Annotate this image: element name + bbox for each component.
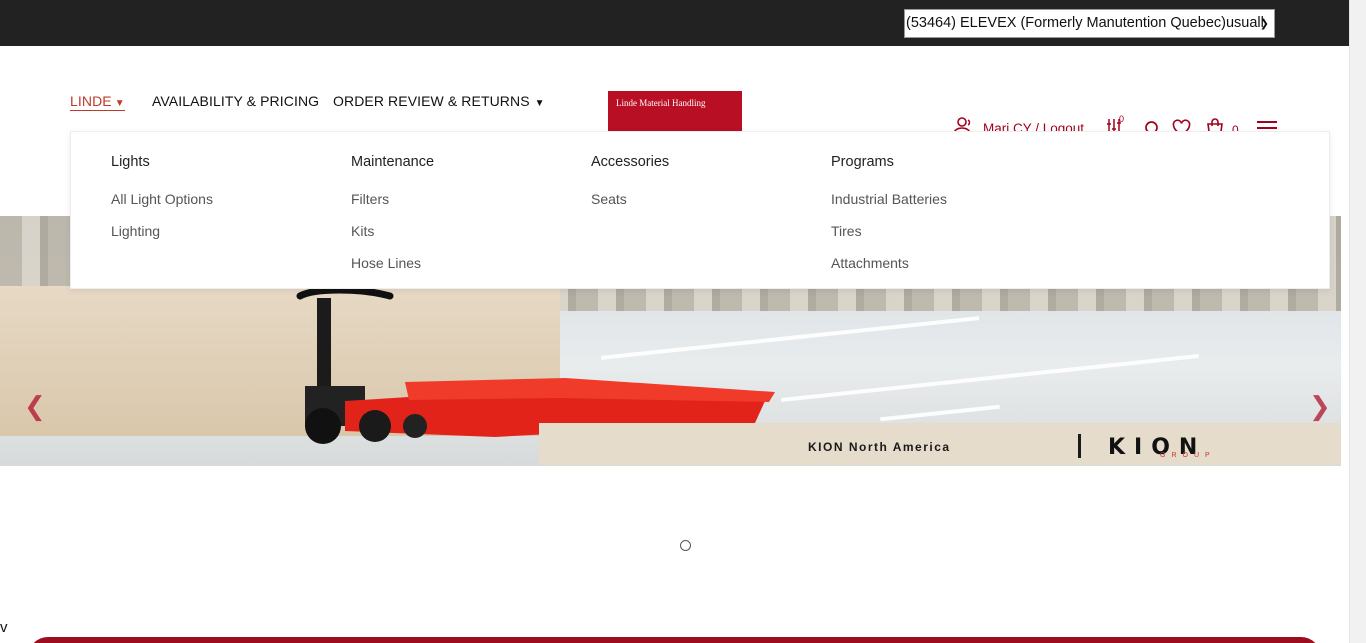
page-scrollbar[interactable] [1349, 0, 1366, 643]
logo-text: Linde Material Handling [616, 98, 706, 108]
carousel-prev-icon[interactable]: ❮ [24, 391, 46, 422]
mega-col-programs: Programs Industrial Batteries Tires Atta… [831, 154, 947, 286]
floor-line [780, 354, 1200, 402]
floor-line [880, 404, 1000, 422]
brand-logo[interactable]: Linde Material Handling [608, 91, 742, 131]
mega-col-maintenance: Maintenance Filters Kits Hose Lines [351, 154, 434, 286]
account-select-value: (53464) ELEVEX (Formerly Manutention Que… [906, 15, 1264, 31]
compare-count-badge: 0 [1119, 114, 1125, 124]
nav-availability-label: AVAILABILITY & PRICING [152, 93, 320, 109]
nav-order-review-returns[interactable]: ORDER REVIEW & RETURNS ▼ [333, 93, 545, 109]
mega-col-heading[interactable]: Programs [831, 154, 947, 170]
nav-availability-pricing[interactable]: AVAILABILITY & PRICING [152, 93, 319, 109]
mega-col-heading[interactable]: Lights [111, 154, 213, 170]
chevron-down-icon: ▼ [114, 98, 125, 109]
stray-text: v [0, 619, 8, 636]
mega-link[interactable]: Seats [591, 190, 669, 209]
mega-link[interactable]: Lighting [111, 222, 213, 241]
chevron-down-icon: ❯ [1259, 18, 1269, 30]
nav-linde-label: LINDE [70, 93, 112, 109]
linde-mega-menu: Lights All Light Options Lighting Mainte… [70, 131, 1330, 289]
mega-col-lights: Lights All Light Options Lighting [111, 154, 213, 254]
mega-link[interactable]: Kits [351, 222, 434, 241]
mega-col-heading[interactable]: Accessories [591, 154, 669, 170]
account-select[interactable]: (53464) ELEVEX (Formerly Manutention Que… [904, 9, 1275, 38]
mega-link[interactable]: Hose Lines [351, 254, 434, 273]
kion-separator [1078, 434, 1081, 458]
kion-north-america-text: KION North America [808, 440, 951, 454]
mega-link[interactable]: Attachments [831, 254, 947, 273]
mega-link[interactable]: Industrial Batteries [831, 190, 947, 209]
mega-col-heading[interactable]: Maintenance [351, 154, 434, 170]
mega-link[interactable]: Tires [831, 222, 947, 241]
footer-band [28, 637, 1321, 643]
mega-link[interactable]: All Light Options [111, 190, 213, 209]
kion-group-text: GROUP [1160, 452, 1216, 459]
nav-linde[interactable]: LINDE ▼ [70, 93, 125, 111]
carousel-dot[interactable] [680, 540, 691, 551]
top-bar: (53464) ELEVEX (Formerly Manutention Que… [0, 0, 1349, 46]
chevron-down-icon: ▼ [534, 98, 545, 109]
nav-order-label: ORDER REVIEW & RETURNS [333, 93, 530, 109]
mega-link[interactable]: Filters [351, 190, 434, 209]
mega-col-accessories: Accessories Seats [591, 154, 669, 222]
carousel-next-icon[interactable]: ❯ [1309, 391, 1331, 422]
